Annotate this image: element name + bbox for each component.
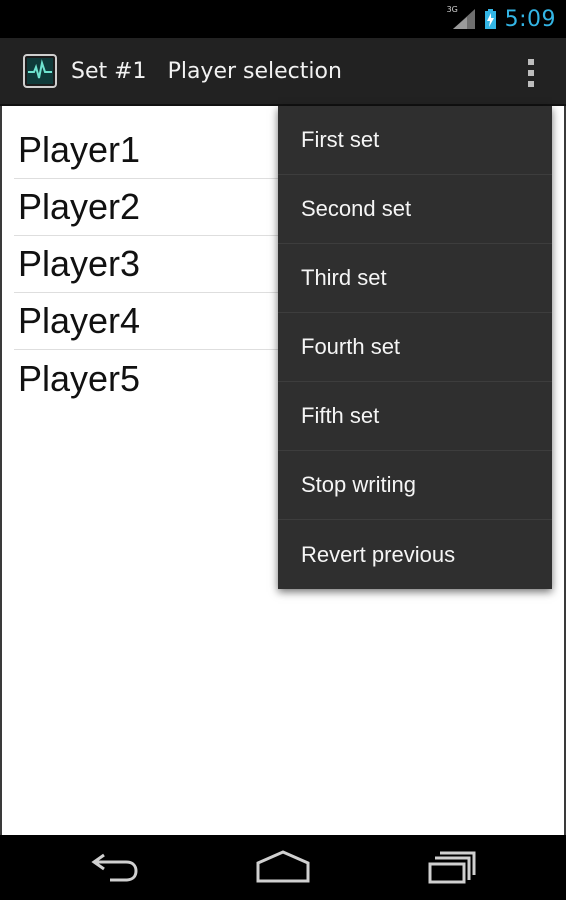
navigation-bar bbox=[0, 835, 566, 900]
menu-item-fourth-set[interactable]: Fourth set bbox=[278, 313, 552, 382]
menu-item-revert-previous[interactable]: Revert previous bbox=[278, 520, 552, 589]
back-icon bbox=[91, 853, 138, 882]
action-bar: Set #1 Player selection bbox=[0, 38, 566, 106]
menu-item-fifth-set[interactable]: Fifth set bbox=[278, 382, 552, 451]
menu-item-stop-writing[interactable]: Stop writing bbox=[278, 451, 552, 520]
menu-item-first-set[interactable]: First set bbox=[278, 106, 552, 175]
page-subtitle: Player selection bbox=[167, 58, 342, 84]
overflow-menu: First set Second set Third set Fourth se… bbox=[278, 106, 552, 589]
recent-apps-button[interactable] bbox=[426, 849, 478, 889]
clock: 5:09 bbox=[504, 6, 556, 32]
signal-icon: 3G bbox=[447, 5, 477, 30]
home-icon bbox=[256, 850, 310, 883]
screen: 3G 5:09 Set #1 Player selection Player1 … bbox=[0, 0, 566, 900]
network-type-label: 3G bbox=[446, 5, 458, 14]
battery-icon bbox=[484, 9, 496, 29]
menu-item-second-set[interactable]: Second set bbox=[278, 175, 552, 244]
page-title: Set #1 bbox=[71, 58, 147, 84]
screen-edge bbox=[0, 106, 2, 835]
overflow-vertical-dots-icon bbox=[528, 59, 534, 87]
overflow-menu-button[interactable] bbox=[526, 58, 536, 88]
menu-item-third-set[interactable]: Third set bbox=[278, 244, 552, 313]
recent-apps-icon bbox=[428, 851, 476, 884]
home-button[interactable] bbox=[254, 849, 312, 889]
pulse-monitor-icon[interactable] bbox=[23, 54, 57, 88]
status-bar: 3G 5:09 bbox=[0, 0, 566, 38]
back-button[interactable] bbox=[90, 849, 140, 889]
